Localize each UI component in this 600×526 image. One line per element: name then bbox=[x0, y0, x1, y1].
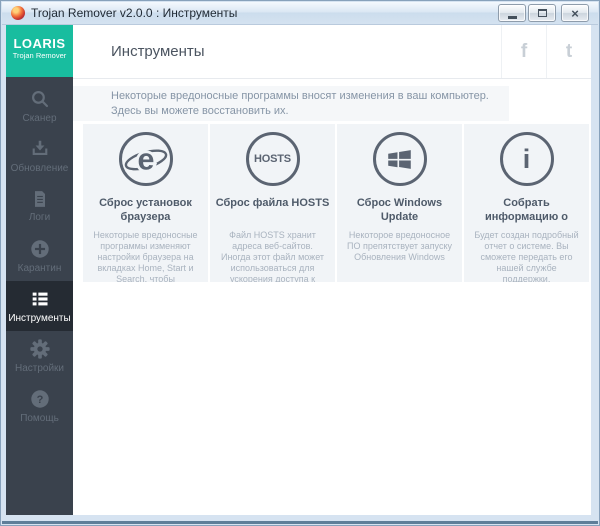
page-title: Инструменты bbox=[111, 43, 205, 60]
content-header: Инструменты f t bbox=[73, 25, 591, 79]
maximize-icon bbox=[537, 9, 547, 17]
twitter-icon: t bbox=[565, 40, 573, 62]
sidebar-item-label: Сканер bbox=[22, 113, 57, 124]
sidebar-item-label: Обновление bbox=[10, 163, 69, 174]
document-icon bbox=[30, 189, 50, 209]
main-content: Инструменты f t Некоторые вредоносные пр… bbox=[73, 25, 591, 515]
tool-card-reset-browser[interactable]: e e Сброс установок браузера Некоторые в… bbox=[83, 124, 208, 282]
twitter-button[interactable]: t bbox=[546, 25, 591, 78]
sidebar: LOARIS Trojan Remover Сканер Обновление … bbox=[6, 25, 73, 515]
sidebar-item-label: Логи bbox=[28, 212, 51, 223]
sidebar-item-logs[interactable]: Логи bbox=[6, 181, 73, 231]
tool-card-reset-windows-update[interactable]: Сброс Windows Update Некоторое вредоносн… bbox=[337, 124, 462, 282]
sidebar-item-label: Помощь bbox=[20, 413, 59, 424]
sidebar-item-label: Карантин bbox=[17, 263, 62, 274]
close-icon: × bbox=[571, 5, 579, 21]
facebook-button[interactable]: f bbox=[501, 25, 546, 78]
sidebar-item-tools[interactable]: Инструменты bbox=[6, 281, 73, 331]
search-icon bbox=[29, 88, 51, 110]
tool-title: Сброс установок браузера bbox=[99, 197, 192, 223]
tool-description: Некоторые вредоносные программы изменяют… bbox=[93, 230, 198, 282]
logo-name: LOARIS bbox=[13, 36, 66, 51]
info-banner-line2: Здесь вы можете восстановить их. bbox=[111, 104, 289, 117]
logo-subtitle: Trojan Remover bbox=[12, 51, 67, 60]
svg-text:?: ? bbox=[36, 394, 43, 406]
info-banner: Некоторые вредоносные программы вносят и… bbox=[73, 86, 509, 121]
svg-text:e: e bbox=[137, 143, 154, 177]
tool-title: Сброс файла HOSTS bbox=[215, 197, 330, 209]
question-icon: ? bbox=[29, 388, 51, 410]
content-empty-area bbox=[73, 282, 591, 515]
tool-card-collect-info[interactable]: i Собрать информацию о Будет создан подр… bbox=[464, 124, 589, 282]
gear-icon bbox=[29, 338, 51, 360]
app-logo: LOARIS Trojan Remover bbox=[6, 25, 73, 77]
window-controls: × bbox=[498, 4, 589, 22]
download-icon bbox=[29, 138, 51, 160]
hosts-icon: HOSTS bbox=[245, 132, 300, 186]
tool-card-reset-hosts[interactable]: HOSTS Сброс файла HOSTS Файл HOSTS храни… bbox=[210, 124, 335, 282]
tool-description: Файл HOSTS хранит адреса веб-сайтов. Ино… bbox=[220, 230, 325, 282]
sidebar-item-help[interactable]: ? Помощь bbox=[6, 381, 73, 431]
app-window: LOARIS Trojan Remover Сканер Обновление … bbox=[6, 25, 591, 515]
titlebar: Trojan Remover v2.0.0 : Инструменты × bbox=[2, 2, 598, 25]
windows-icon bbox=[372, 132, 427, 186]
tool-description: Некоторое вредоносное ПО препятствует за… bbox=[347, 230, 452, 262]
window-title: Trojan Remover v2.0.0 : Инструменты bbox=[31, 6, 238, 20]
facebook-icon: f bbox=[520, 40, 528, 62]
tool-title: Собрать информацию о bbox=[485, 197, 568, 223]
sidebar-item-quarantine[interactable]: Карантин bbox=[6, 231, 73, 281]
sidebar-item-update[interactable]: Обновление bbox=[6, 131, 73, 181]
minimize-icon bbox=[507, 15, 517, 19]
info-icon: i bbox=[499, 132, 554, 186]
screen: { "window": { "title": "Trojan Remover v… bbox=[0, 0, 600, 526]
sidebar-item-label: Настройки bbox=[14, 363, 65, 374]
sidebar-item-label: Инструменты bbox=[8, 313, 71, 324]
sidebar-nav: Сканер Обновление Логи Карантин Инструме… bbox=[6, 81, 73, 431]
info-banner-line1: Некоторые вредоносные программы вносят и… bbox=[111, 89, 489, 102]
social-bar: f t bbox=[501, 25, 591, 78]
ie-icon: e e bbox=[118, 132, 173, 186]
sidebar-item-settings[interactable]: Настройки bbox=[6, 331, 73, 381]
list-icon bbox=[29, 288, 51, 310]
tool-title: Сброс Windows Update bbox=[356, 197, 443, 223]
tools-grid: e e Сброс установок браузера Некоторые в… bbox=[83, 124, 589, 282]
plus-circle-icon bbox=[29, 238, 51, 260]
close-button[interactable]: × bbox=[561, 4, 589, 22]
app-icon bbox=[11, 6, 25, 20]
tool-description: Будет создан подробный отчет о системе. … bbox=[474, 230, 579, 282]
minimize-button[interactable] bbox=[498, 4, 526, 22]
sidebar-item-scanner[interactable]: Сканер bbox=[6, 81, 73, 131]
maximize-button[interactable] bbox=[528, 4, 556, 22]
